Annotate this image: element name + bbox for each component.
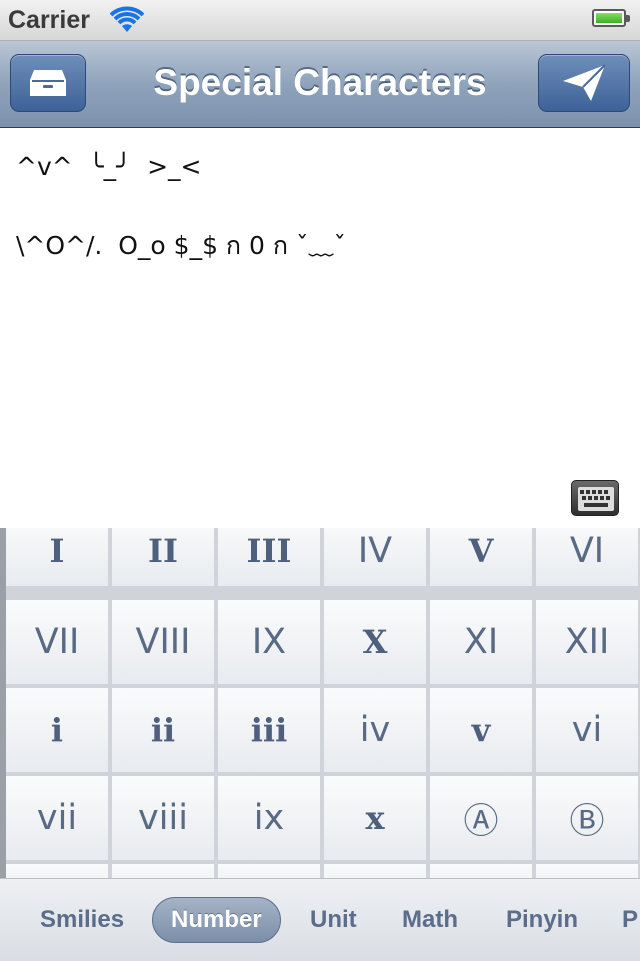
char-cell-partial[interactable] <box>6 864 108 878</box>
char-cell[interactable]: vi <box>536 688 638 772</box>
char-cell[interactable]: IV <box>324 528 426 586</box>
text-editor[interactable]: ^v^ ╰_╯ >_< \^O^/. O_o $_$ ก 0 ก ˇ﹏ˇ <box>0 128 640 528</box>
char-cell[interactable]: IX <box>218 600 320 684</box>
text-line-2: \^O^/. O_o $_$ ก 0 ก ˇ﹏ˇ <box>16 231 346 260</box>
send-button[interactable] <box>538 54 630 112</box>
char-cell-partial[interactable] <box>112 864 214 878</box>
char-cell[interactable]: XI <box>430 600 532 684</box>
char-cell[interactable]: VI <box>536 528 638 586</box>
archive-button[interactable] <box>10 54 86 112</box>
char-cell[interactable]: Ⓐ <box>430 776 532 860</box>
text-line-1: ^v^ ╰_╯ >_< <box>16 152 202 181</box>
tab-p[interactable]: P <box>622 879 638 961</box>
char-cell-partial[interactable] <box>218 864 320 878</box>
tab-number[interactable]: Number <box>152 897 281 943</box>
carrier-label: Carrier <box>8 6 90 34</box>
char-cell[interactable]: iii <box>218 688 320 772</box>
char-cell[interactable]: viii <box>112 776 214 860</box>
battery-icon <box>592 9 630 27</box>
tab-smilies[interactable]: Smilies <box>40 879 124 961</box>
keyboard-toggle-button[interactable] <box>571 480 619 516</box>
tab-unit[interactable]: Unit <box>310 879 357 961</box>
character-grid: I II III IV V VI VII VIII IX X XI XII i ii iii iv v vi vii… <box>0 528 640 878</box>
keyboard-icon <box>578 487 614 511</box>
navigation-bar: Special Characters <box>0 41 640 128</box>
char-cell[interactable]: Ⓑ <box>536 776 638 860</box>
char-cell[interactable]: III <box>218 528 320 586</box>
char-cell-partial[interactable] <box>536 864 638 878</box>
status-bar: Carrier <box>0 0 640 41</box>
char-cell[interactable]: x <box>324 776 426 860</box>
archive-box-icon <box>30 70 66 96</box>
char-cell[interactable]: V <box>430 528 532 586</box>
char-cell[interactable]: v <box>430 688 532 772</box>
char-cell-partial[interactable] <box>430 864 532 878</box>
char-cell[interactable]: vii <box>6 776 108 860</box>
tab-math[interactable]: Math <box>402 879 458 961</box>
char-cell[interactable]: ix <box>218 776 320 860</box>
char-cell[interactable]: I <box>6 528 108 586</box>
char-cell[interactable]: X <box>324 600 426 684</box>
wifi-icon <box>110 6 144 32</box>
char-cell[interactable]: II <box>112 528 214 586</box>
char-cell[interactable]: VII <box>6 600 108 684</box>
page-title: Special Characters <box>153 62 487 103</box>
category-tab-bar: Smilies Number Unit Math Pinyin P <box>0 878 640 961</box>
char-cell[interactable]: VIII <box>112 600 214 684</box>
tab-pinyin[interactable]: Pinyin <box>506 879 578 961</box>
paper-plane-send-icon <box>563 64 606 101</box>
char-cell[interactable]: iv <box>324 688 426 772</box>
char-cell[interactable]: ii <box>112 688 214 772</box>
char-cell[interactable]: XII <box>536 600 638 684</box>
char-cell[interactable]: i <box>6 688 108 772</box>
char-cell-partial[interactable] <box>324 864 426 878</box>
